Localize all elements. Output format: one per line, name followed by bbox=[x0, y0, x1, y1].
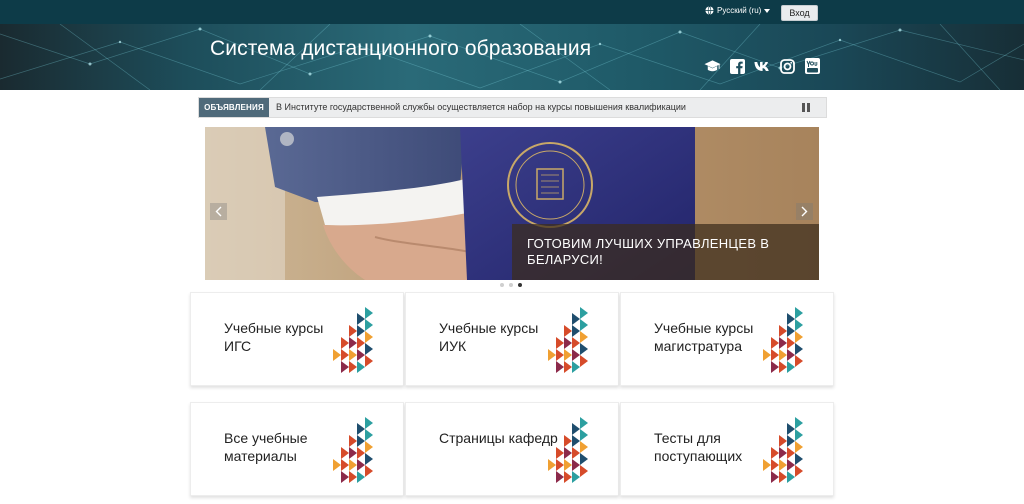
language-selector[interactable]: Русский (ru) bbox=[705, 6, 771, 15]
tile-label: Учебные курсы ИГС bbox=[224, 320, 324, 354]
tile-label: Учебные курсы ИУК bbox=[439, 320, 539, 354]
site-title: Система дистанционного образования bbox=[210, 37, 592, 60]
slider-dot[interactable] bbox=[509, 283, 513, 287]
language-label: Русский (ru) bbox=[717, 6, 762, 15]
slider-prev-button[interactable] bbox=[210, 203, 227, 220]
geometric-logo-icon bbox=[544, 417, 590, 490]
header-banner: Система дистанционного образования bbox=[0, 24, 1024, 90]
graduation-cap-icon[interactable] bbox=[704, 58, 721, 74]
tile-label: Страницы кафедр bbox=[439, 430, 558, 446]
slider-dot[interactable] bbox=[518, 283, 522, 287]
slider-next-button[interactable] bbox=[796, 203, 813, 220]
instagram-icon[interactable] bbox=[779, 58, 796, 74]
facebook-icon[interactable] bbox=[729, 58, 746, 74]
tile-courses-iuk[interactable]: Учебные курсы ИУК bbox=[405, 292, 619, 386]
tile-label: Тесты для поступающих bbox=[654, 430, 743, 464]
tile-all-materials[interactable]: Все учебные материалы bbox=[190, 402, 404, 496]
slider-pagination bbox=[500, 283, 522, 287]
announcement-bar: ОБЪЯВЛЕНИЯ В Институте государственной с… bbox=[198, 97, 827, 118]
chevron-right-icon bbox=[801, 206, 808, 217]
slider-dot[interactable] bbox=[500, 283, 504, 287]
tile-courses-masters[interactable]: Учебные курсы магистратура bbox=[620, 292, 834, 386]
login-button[interactable]: Вход bbox=[781, 5, 818, 21]
slide-caption: ГОТОВИМ ЛУЧШИХ УПРАВЛЕНЦЕВ В БЕЛАРУСИ! bbox=[512, 224, 819, 280]
tile-label: Все учебные материалы bbox=[224, 430, 308, 464]
tile-department-pages[interactable]: Страницы кафедр bbox=[405, 402, 619, 496]
top-bar: Русский (ru) Вход bbox=[0, 0, 1024, 24]
slide-caption-text: ГОТОВИМ ЛУЧШИХ УПРАВЛЕНЦЕВ В БЕЛАРУСИ! bbox=[527, 236, 770, 267]
tile-label: Учебные курсы магистратура bbox=[654, 320, 754, 354]
social-links bbox=[704, 58, 821, 74]
geometric-logo-icon bbox=[759, 307, 805, 380]
announcement-text[interactable]: В Институте государственной службы осуще… bbox=[276, 102, 686, 112]
pause-icon[interactable] bbox=[802, 103, 812, 113]
chevron-left-icon bbox=[215, 206, 222, 217]
tile-applicant-tests[interactable]: Тесты для поступающих bbox=[620, 402, 834, 496]
caret-down-icon bbox=[764, 8, 771, 13]
globe-icon bbox=[705, 6, 714, 15]
vk-icon[interactable] bbox=[754, 58, 771, 74]
geometric-logo-icon bbox=[329, 417, 375, 490]
image-slider: ГОТОВИМ ЛУЧШИХ УПРАВЛЕНЦЕВ В БЕЛАРУСИ! bbox=[205, 127, 819, 280]
tile-courses-igs[interactable]: Учебные курсы ИГС bbox=[190, 292, 404, 386]
geometric-logo-icon bbox=[329, 307, 375, 380]
youtube-icon[interactable] bbox=[804, 58, 821, 74]
geometric-logo-icon bbox=[759, 417, 805, 490]
announcement-label: ОБЪЯВЛЕНИЯ bbox=[199, 98, 269, 117]
geometric-logo-icon bbox=[544, 307, 590, 380]
